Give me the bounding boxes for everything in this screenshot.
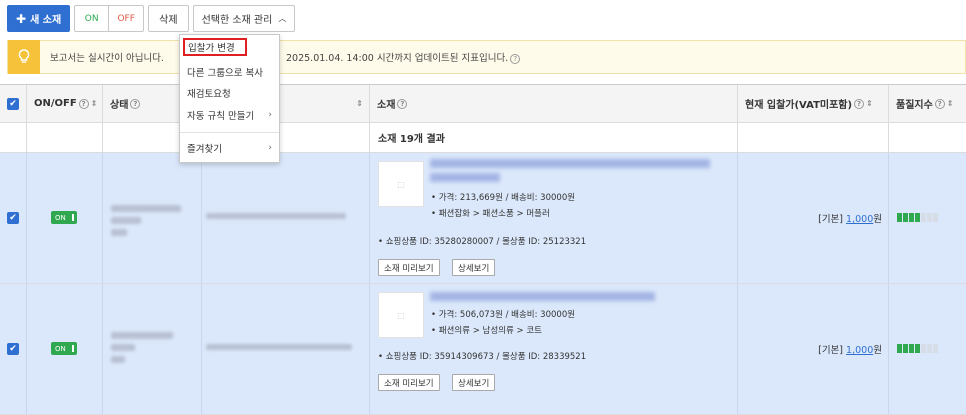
menu-item-auto-rule[interactable]: 자동 규칙 만들기 › bbox=[180, 105, 279, 125]
preview-button[interactable]: 소재 미리보기 bbox=[378, 374, 440, 391]
menu-item-auto-rule-label: 자동 규칙 만들기 bbox=[187, 111, 255, 122]
product-thumbnail: ⬚ bbox=[378, 161, 424, 207]
bid-prefix: [기본] bbox=[818, 345, 844, 356]
quality-cell bbox=[889, 153, 966, 283]
bid-unit: 원 bbox=[873, 345, 882, 356]
delete-button[interactable]: 삭제 bbox=[148, 5, 189, 32]
table-row: ✔ ON ⬚ • 가격: 213,669원 / 배송비: 30000원 • 패션… bbox=[0, 153, 966, 284]
row-checkbox[interactable]: ✔ bbox=[7, 343, 19, 355]
row-checkbox[interactable]: ✔ bbox=[7, 212, 19, 224]
help-icon[interactable]: ? bbox=[934, 98, 945, 109]
header-quality-label: 품질지수 bbox=[896, 100, 933, 111]
table-row: ✔ ON ⬚ • 가격: 506,073원 / 배송비: 30000원 • 패션… bbox=[0, 284, 966, 415]
material-cell: ⬚ • 가격: 506,073원 / 배송비: 30000원 • 패션의류 > … bbox=[370, 284, 738, 414]
name-cell bbox=[202, 284, 370, 414]
row-onoff-toggle[interactable]: ON bbox=[51, 211, 77, 224]
notice-text-a: 보고서는 실시간이 아닙니다. bbox=[50, 53, 164, 64]
summary-row: 소재 19개 결과 bbox=[0, 123, 966, 153]
help-icon[interactable]: ? bbox=[130, 98, 141, 109]
sort-icon[interactable]: ⇕ bbox=[91, 99, 98, 108]
bid-value: [기본] 1,000원 bbox=[818, 342, 882, 356]
sort-icon[interactable]: ⇕ bbox=[866, 99, 873, 108]
materials-table: ✔ ON/OFF ? ⇕ 상태 ? ⇕ 소재 ? 현재 입찰가(VAT미포함) … bbox=[0, 84, 966, 415]
sort-icon[interactable]: ⇕ bbox=[947, 99, 954, 108]
quality-index-bars bbox=[897, 344, 938, 353]
header-quality[interactable]: 품질지수 ? ⇕ bbox=[889, 85, 966, 122]
help-icon[interactable]: ? bbox=[78, 98, 89, 109]
manage-dropdown-menu: 입찰가 변경 다른 그룹으로 복사 재검토요청 자동 규칙 만들기 › 즐겨찾기… bbox=[179, 34, 280, 163]
result-count: 소재 19개 결과 bbox=[370, 123, 738, 152]
bid-prefix: [기본] bbox=[818, 214, 844, 225]
notice-text-b: 2025.01.04. 14:00 시간까지 업데이트된 지표입니다.? bbox=[286, 50, 521, 64]
product-title[interactable] bbox=[430, 159, 710, 168]
bid-value: [기본] 1,000원 bbox=[818, 211, 882, 225]
plus-icon: ✚ bbox=[16, 11, 27, 26]
menu-item-favorites[interactable]: 즐겨찾기 › bbox=[180, 138, 279, 158]
product-title[interactable] bbox=[430, 292, 655, 301]
bid-amount-link[interactable]: 1,000 bbox=[846, 214, 873, 225]
lightbulb-icon bbox=[8, 40, 40, 74]
product-price: • 가격: 213,669원 / 배송비: 30000원 bbox=[431, 193, 576, 203]
material-cell: ⬚ • 가격: 213,669원 / 배송비: 30000원 • 패션잡화 > … bbox=[370, 153, 738, 283]
row-onoff-toggle[interactable]: ON bbox=[51, 342, 77, 355]
header-material[interactable]: 소재 ? bbox=[370, 85, 738, 122]
header-select-all: ✔ bbox=[0, 85, 27, 122]
menu-item-request-review[interactable]: 재검토요청 bbox=[180, 83, 279, 103]
menu-item-change-bid[interactable]: 입찰가 변경 bbox=[183, 38, 247, 56]
name-cell bbox=[202, 153, 370, 283]
menu-item-copy-to-group[interactable]: 다른 그룹으로 복사 bbox=[180, 62, 279, 82]
chevron-right-icon: › bbox=[268, 110, 272, 120]
status-cell bbox=[103, 153, 202, 283]
help-icon[interactable]: ? bbox=[510, 53, 521, 64]
toolbar: ✚ 새 소재 ON OFF 삭제 선택한 소재 관리 ︿ bbox=[7, 5, 296, 32]
off-button[interactable]: OFF bbox=[109, 6, 143, 31]
manage-selected-label: 선택한 소재 관리 bbox=[201, 15, 273, 26]
on-off-toggle-group: ON OFF bbox=[74, 5, 145, 32]
header-status-label: 상태 bbox=[110, 100, 129, 111]
header-bid-label: 현재 입찰가(VAT미포함) bbox=[745, 100, 853, 111]
bid-unit: 원 bbox=[873, 214, 882, 225]
chevron-right-icon: › bbox=[268, 143, 272, 153]
new-material-label: 새 소재 bbox=[30, 15, 62, 26]
preview-button[interactable]: 소재 미리보기 bbox=[378, 259, 440, 276]
bid-amount-link[interactable]: 1,000 bbox=[846, 345, 873, 356]
status-cell bbox=[103, 284, 202, 414]
product-ids: • 쇼핑상품 ID: 35914309673 / 몰상품 ID: 2833952… bbox=[378, 352, 587, 362]
menu-item-favorites-label: 즐겨찾기 bbox=[187, 144, 222, 155]
bid-cell: [기본] 1,000원 bbox=[738, 153, 889, 283]
product-category: • 패션잡화 > 패션소품 > 머플러 bbox=[431, 209, 550, 219]
help-icon[interactable]: ? bbox=[854, 98, 865, 109]
menu-divider bbox=[180, 132, 279, 133]
product-ids: • 쇼핑상품 ID: 35280280007 / 몰상품 ID: 2512332… bbox=[378, 237, 587, 247]
table-header: ✔ ON/OFF ? ⇕ 상태 ? ⇕ 소재 ? 현재 입찰가(VAT미포함) … bbox=[0, 84, 966, 123]
select-all-checkbox[interactable]: ✔ bbox=[7, 98, 19, 110]
manage-selected-button[interactable]: 선택한 소재 관리 ︿ bbox=[192, 5, 296, 32]
on-button[interactable]: ON bbox=[75, 6, 110, 31]
detail-button[interactable]: 상세보기 bbox=[452, 259, 496, 276]
new-material-button[interactable]: ✚ 새 소재 bbox=[7, 5, 71, 32]
product-category: • 패션의류 > 남성의류 > 코트 bbox=[431, 326, 542, 336]
quality-cell bbox=[889, 284, 966, 414]
product-price: • 가격: 506,073원 / 배송비: 30000원 bbox=[431, 310, 576, 320]
header-material-label: 소재 bbox=[377, 100, 396, 111]
header-onoff[interactable]: ON/OFF ? ⇕ bbox=[27, 85, 103, 122]
product-title-line2 bbox=[430, 173, 500, 182]
chevron-up-icon: ︿ bbox=[278, 14, 287, 23]
report-notice: 보고서는 실시간이 아닙니다. 2025.01.04. 14:00 시간까지 업… bbox=[7, 40, 966, 74]
product-thumbnail: ⬚ bbox=[378, 292, 424, 338]
help-icon[interactable]: ? bbox=[397, 98, 408, 109]
quality-index-bars bbox=[897, 213, 938, 222]
bid-cell: [기본] 1,000원 bbox=[738, 284, 889, 414]
header-onoff-label: ON/OFF bbox=[34, 98, 77, 109]
notice-text-b-label: 2025.01.04. 14:00 시간까지 업데이트된 지표입니다. bbox=[286, 53, 509, 64]
detail-button[interactable]: 상세보기 bbox=[452, 374, 496, 391]
header-bid[interactable]: 현재 입찰가(VAT미포함) ? ⇕ bbox=[738, 85, 889, 122]
sort-icon[interactable]: ⇕ bbox=[356, 99, 363, 108]
